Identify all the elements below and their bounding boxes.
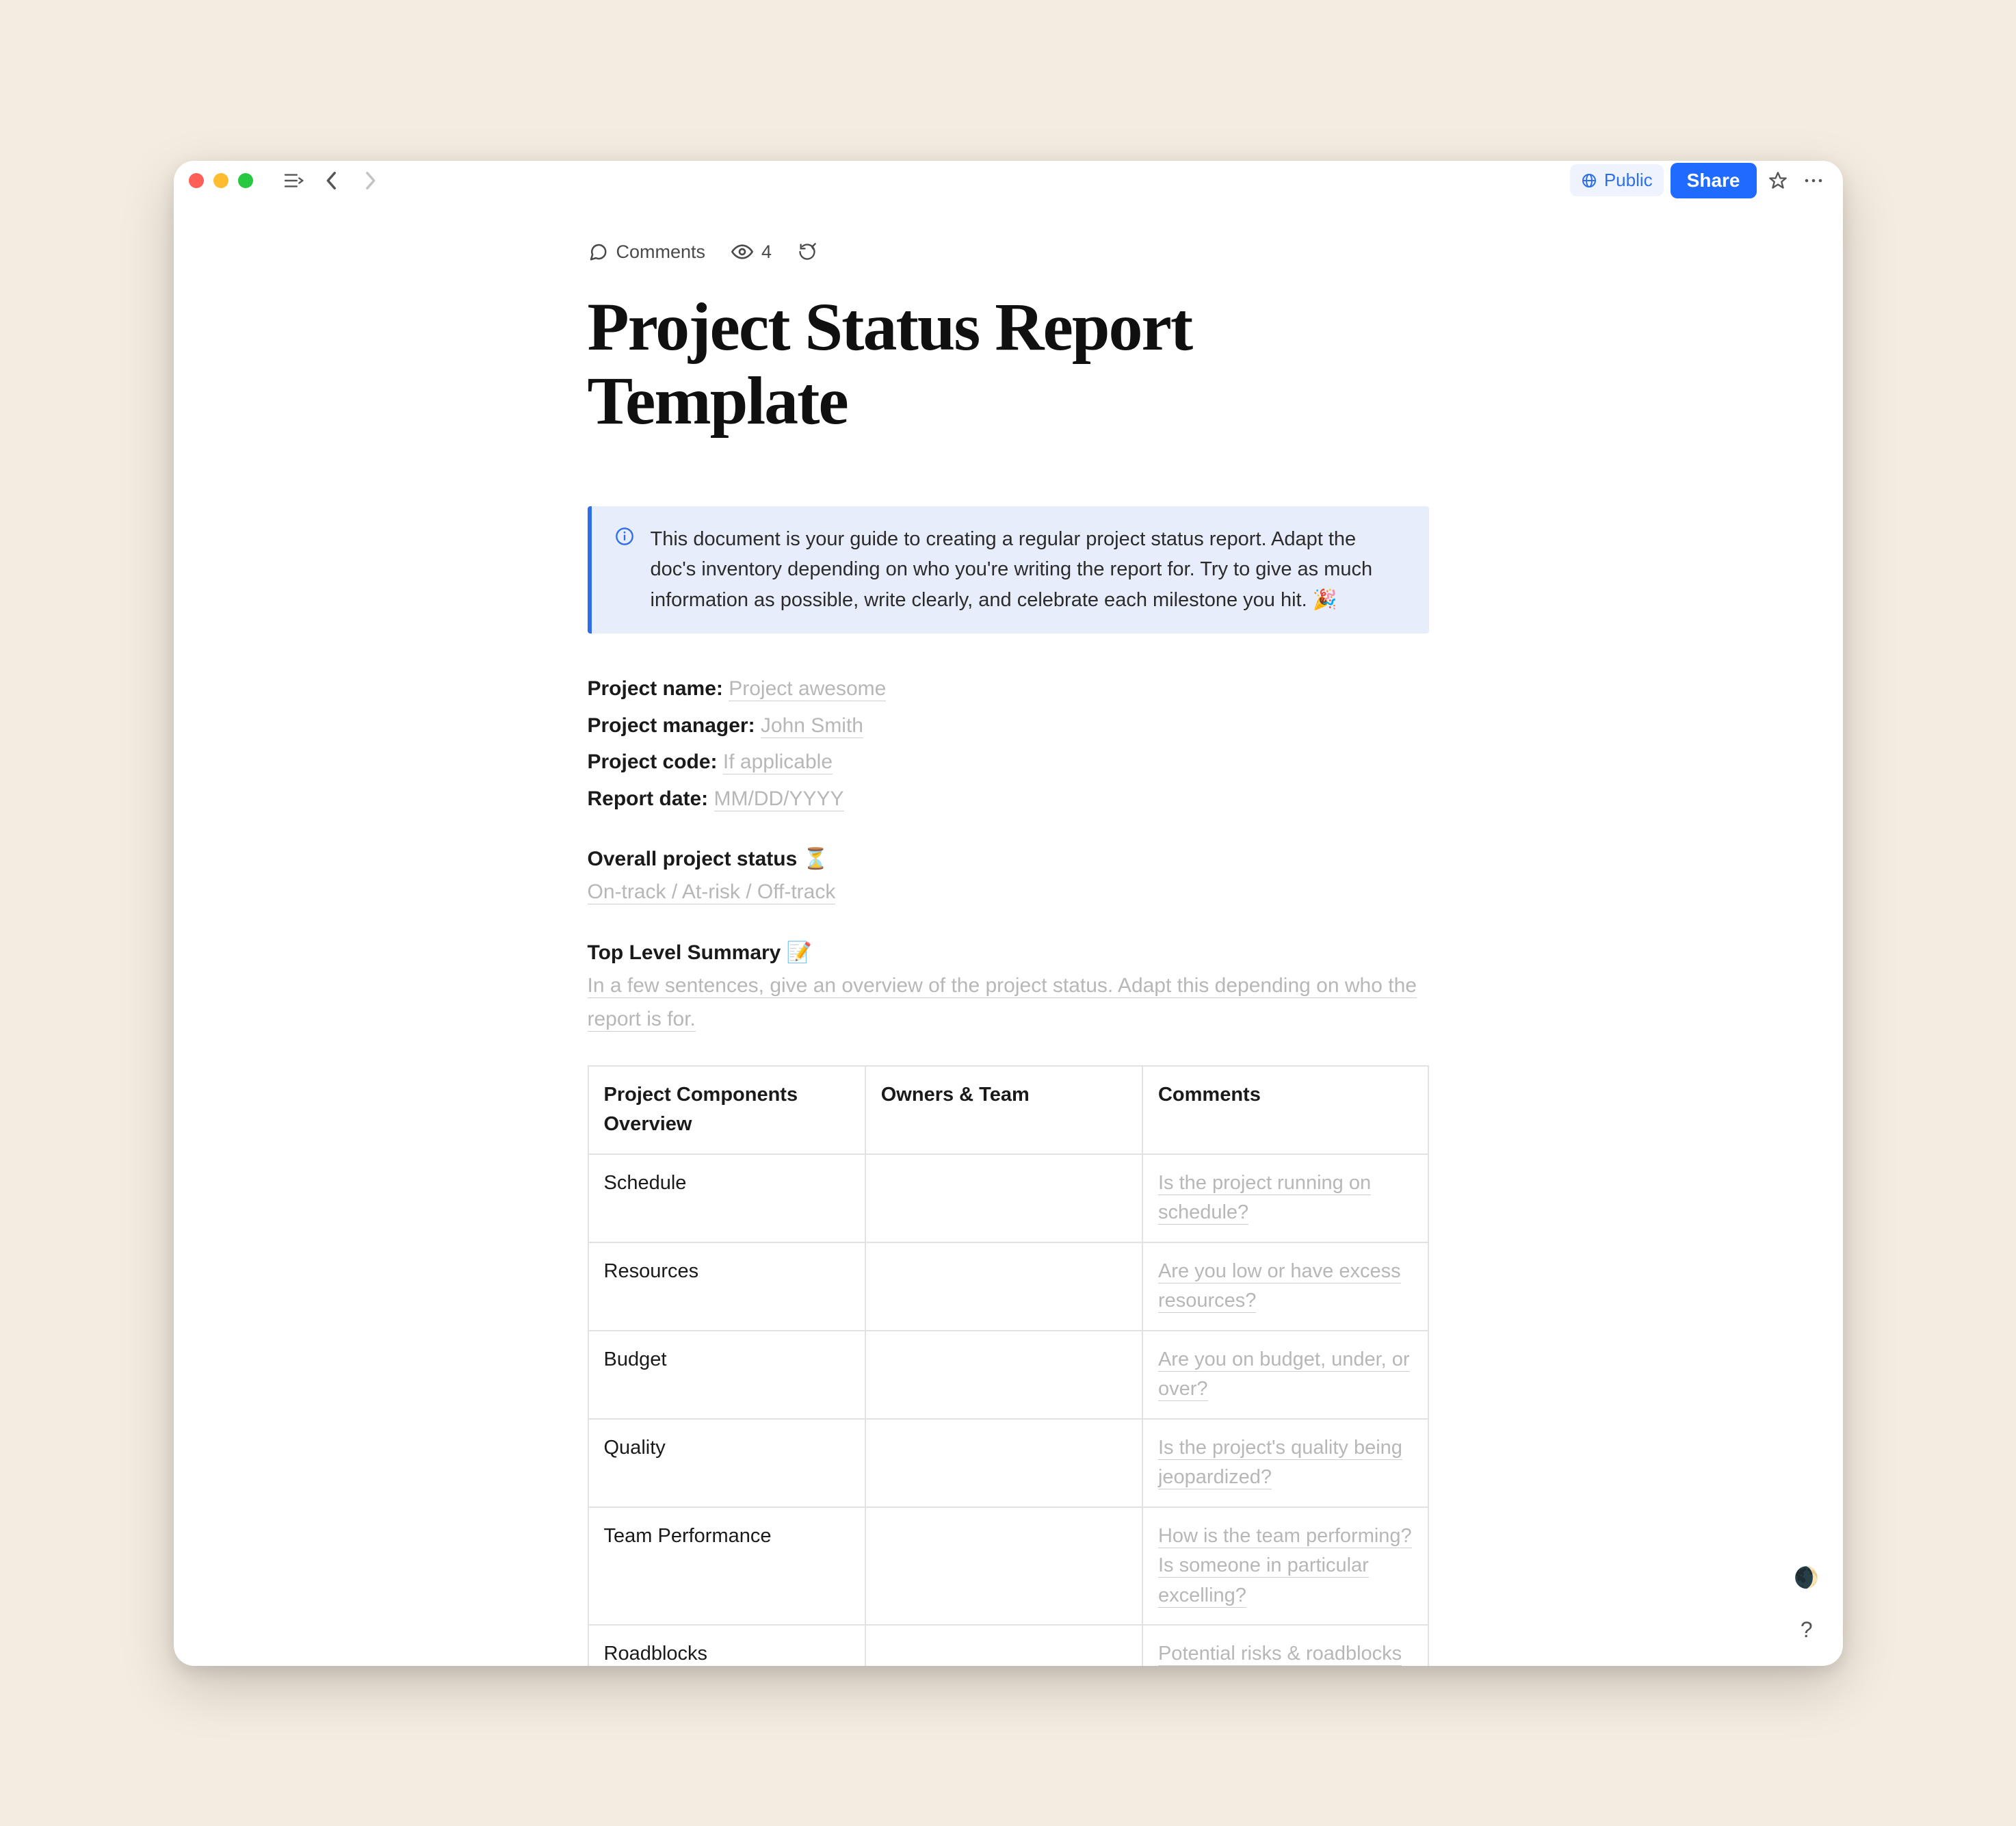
table-row[interactable]: Quality Is the project's quality being je… [588,1419,1428,1507]
refresh-icon [798,242,817,261]
cell-placeholder: How is the team performing? Is someone i… [1158,1525,1412,1608]
theme-toggle[interactable]: 🌒 [1794,1566,1819,1590]
eye-icon [731,244,753,260]
help-button[interactable]: ? [1801,1617,1813,1643]
info-icon [615,527,634,616]
ellipsis-icon [1804,178,1823,183]
close-window-button[interactable] [189,173,204,188]
comment-icon [588,242,608,262]
table-cell-component: Roadblocks [588,1625,865,1665]
views-indicator[interactable]: 4 [731,242,772,263]
table-row[interactable]: Budget Are you on budget, under, or over? [588,1331,1428,1419]
table-row[interactable]: Roadblocks Potential risks & roadblocks [588,1625,1428,1665]
field-placeholder: John Smith [761,714,863,738]
table-cell-component: Quality [588,1419,865,1507]
section-heading: Top Level Summary 📝 [588,941,1429,965]
table-row[interactable]: Resources Are you low or have excess reso… [588,1242,1428,1331]
table-header: Comments [1142,1066,1428,1154]
cell-placeholder: Is the project's quality being jeopardiz… [1158,1437,1402,1490]
globe-icon [1581,172,1597,189]
table-cell-comments: Are you low or have excess resources? [1142,1242,1428,1331]
cell-placeholder: Are you on budget, under, or over? [1158,1348,1410,1402]
maximize-window-button[interactable] [238,173,253,188]
table-header-row: Project Components Overview Owners & Tea… [588,1066,1428,1154]
callout-text: This document is your guide to creating … [651,524,1406,616]
table-cell-component: Team Performance [588,1507,865,1626]
section-top-level-summary[interactable]: Top Level Summary 📝 In a few sentences, … [588,941,1429,1036]
table-cell-component: Resources [588,1242,865,1331]
table-cell-comments: Are you on budget, under, or over? [1142,1331,1428,1419]
share-button[interactable]: Share [1671,163,1757,198]
field-label: Project manager: [588,714,761,737]
cell-placeholder: Is the project running on schedule? [1158,1172,1371,1225]
section-heading: Overall project status ⏳ [588,847,1429,871]
favorite-button[interactable] [1764,166,1792,195]
table-cell-owners [865,1419,1142,1507]
field-project-code[interactable]: Project code: If applicable [588,745,1429,779]
table-cell-component: Schedule [588,1154,865,1242]
table-cell-owners [865,1154,1142,1242]
comments-button[interactable]: Comments [588,242,706,263]
nav-forward-button[interactable] [356,166,384,195]
status-placeholder: On-track / At-risk / Off-track [588,881,836,904]
table-cell-owners [865,1507,1142,1626]
section-overall-status[interactable]: Overall project status ⏳ On-track / At-r… [588,847,1429,909]
view-count: 4 [761,242,772,263]
visibility-label: Public [1604,170,1653,191]
window-controls [189,173,253,188]
nav-back-button[interactable] [317,166,346,195]
field-project-name[interactable]: Project name: Project awesome [588,672,1429,706]
minimize-window-button[interactable] [213,173,228,188]
table-row[interactable]: Schedule Is the project running on schedu… [588,1154,1428,1242]
summary-placeholder: In a few sentences, give an overview of … [588,974,1417,1032]
table-header: Owners & Team [865,1066,1142,1154]
field-label: Project name: [588,677,729,700]
document-meta-row: Comments 4 [588,242,1429,263]
table-cell-owners [865,1625,1142,1665]
titlebar-left-controls [279,166,384,195]
page-title[interactable]: Project Status Report Template [588,290,1429,438]
field-placeholder: MM/DD/YYYY [714,787,844,811]
field-report-date[interactable]: Report date: MM/DD/YYYY [588,782,1429,816]
floating-tools: 🌒 ? [1794,1566,1819,1643]
table-cell-comments: Is the project's quality being jeopardiz… [1142,1419,1428,1507]
comments-label: Comments [616,242,706,263]
star-icon [1768,171,1788,190]
field-placeholder: Project awesome [729,677,886,701]
more-options-button[interactable] [1799,166,1828,195]
cell-placeholder: Are you low or have excess resources? [1158,1260,1401,1314]
app-window: Public Share Comments 4 [174,161,1843,1666]
document-body: Comments 4 Project Status Report Templat… [174,200,1843,1666]
info-callout[interactable]: This document is your guide to creating … [588,506,1429,634]
field-label: Project code: [588,751,723,773]
table-cell-owners [865,1331,1142,1419]
visibility-badge[interactable]: Public [1570,164,1664,196]
titlebar: Public Share [174,161,1843,200]
table-cell-comments: Is the project running on schedule? [1142,1154,1428,1242]
table-row[interactable]: Team Performance How is the team performi… [588,1507,1428,1626]
field-label: Report date: [588,787,714,810]
table-cell-owners [865,1242,1142,1331]
field-placeholder: If applicable [723,751,833,774]
table-cell-comments: How is the team performing? Is someone i… [1142,1507,1428,1626]
refresh-button[interactable] [798,242,817,261]
titlebar-right-controls: Public Share [1570,163,1828,198]
sidebar-toggle-icon[interactable] [279,166,308,195]
components-table[interactable]: Project Components Overview Owners & Tea… [588,1065,1429,1666]
table-cell-component: Budget [588,1331,865,1419]
table-header: Project Components Overview [588,1066,865,1154]
cell-placeholder: Potential risks & roadblocks [1158,1643,1402,1665]
table-cell-comments: Potential risks & roadblocks [1142,1625,1428,1665]
field-project-manager[interactable]: Project manager: John Smith [588,709,1429,743]
